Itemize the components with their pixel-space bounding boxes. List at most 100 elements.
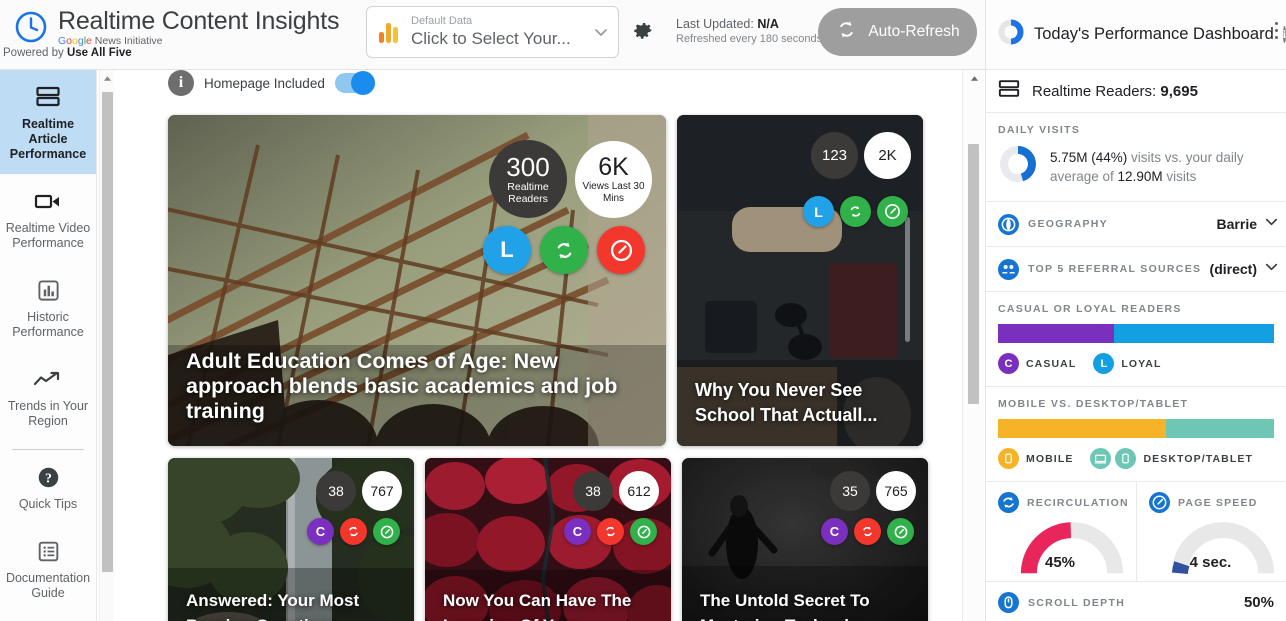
card-metric-bubbles: 38 612: [573, 471, 659, 511]
referral-sources-selector[interactable]: TOP 5 REFERRAL SOURCES (direct): [986, 247, 1286, 292]
scrollbar-thumb[interactable]: [102, 92, 113, 572]
sidebar-item-realtime-video[interactable]: Realtime Video Performance: [0, 174, 96, 263]
article-card[interactable]: 35 765 C The Untold Secret To Mastering …: [682, 458, 928, 621]
scrollbar-thumb[interactable]: [968, 144, 979, 404]
mobile-label: MOBILE: [1026, 452, 1074, 465]
gauges-row: RECIRCULATION 45% PAGE SPEED 4 sec.: [986, 482, 1286, 582]
powered-by: Powered by Use All Five: [3, 47, 132, 59]
scroll-depth-value: 50%: [1243, 594, 1274, 611]
layout-rows-icon: [4, 84, 92, 110]
chevron-down-icon[interactable]: [592, 23, 610, 41]
referral-sources-label: TOP 5 REFERRAL SOURCES: [1028, 263, 1202, 275]
loyal-chip[interactable]: L: [483, 226, 531, 274]
recirculation-value: 45%: [1044, 554, 1076, 571]
chevron-down-icon[interactable]: [1263, 258, 1280, 280]
auto-refresh-button[interactable]: Auto-Refresh: [818, 8, 977, 56]
homepage-included-row: i Homepage Included: [168, 70, 375, 96]
question-mark-icon: ?: [4, 464, 92, 490]
data-source-selector[interactable]: Default Data Click to Select Your...: [366, 6, 619, 58]
recirculation-chip[interactable]: [540, 226, 588, 274]
speed-icon: [1149, 492, 1170, 513]
loyal-bar-segment: [1113, 324, 1274, 343]
bar-chart-box-icon: [4, 277, 92, 303]
daily-visits-primary: 5.75M (44%): [1050, 149, 1128, 165]
scroll-up-arrow-icon[interactable]: [100, 70, 115, 87]
realtime-readers-row: Realtime Readers: 9,695: [986, 70, 1286, 113]
sidebar-item-realtime-article[interactable]: Realtime Article Performance: [0, 70, 96, 174]
bar-chart-icon: [379, 20, 401, 44]
recirculation-chip[interactable]: [340, 518, 367, 545]
sidebar-item-label: Quick Tips: [18, 497, 78, 511]
article-card[interactable]: 38 767 C Answered: Your Most Burning Que…: [168, 458, 414, 621]
toggle-knob: [350, 71, 375, 95]
page-speed-chip[interactable]: [877, 196, 908, 227]
casual-chip[interactable]: C: [821, 518, 848, 545]
page-speed-chip[interactable]: [630, 518, 657, 545]
page-title: Realtime Content Insights: [58, 7, 340, 35]
page-speed-label: PAGE SPEED: [1178, 496, 1258, 509]
article-card[interactable]: 38 612 C Now You Can Have The Learning O…: [425, 458, 671, 621]
realtime-readers-bubble: 300 Realtime Readers: [489, 140, 567, 218]
casual-loyal-bar: [998, 324, 1274, 343]
daily-visits-average: 12.90M: [1117, 168, 1163, 184]
recirculation-chip[interactable]: [854, 518, 881, 545]
casual-loyal-legend: C CASUAL L LOYAL: [998, 353, 1274, 374]
casual-chip[interactable]: C: [307, 518, 334, 545]
article-card[interactable]: 123 2K L Why You Never See School That A…: [677, 115, 923, 446]
page-speed-chip[interactable]: [887, 518, 914, 545]
page-speed-value: 4 sec.: [1189, 554, 1232, 571]
scroll-depth-label: SCROLL DEPTH: [1028, 596, 1126, 609]
page-speed-chip[interactable]: [373, 518, 400, 545]
kebab-menu-icon[interactable]: [1272, 22, 1286, 43]
casual-loyal-block: CASUAL OR LOYAL READERS C CASUAL L LOYAL: [986, 292, 1286, 387]
info-icon[interactable]: i: [168, 70, 194, 96]
page-speed-gauge-cell: PAGE SPEED 4 sec.: [1136, 482, 1286, 581]
tablet-icon: [1115, 448, 1137, 469]
chevron-down-icon[interactable]: [1263, 213, 1280, 235]
card-row-2: 38 767 C Answered: Your Most Burning Que…: [168, 458, 928, 621]
card-metric-bubbles: 300 Realtime Readers 6K Views Last 30 Mi…: [489, 140, 652, 218]
recirculation-chip[interactable]: [597, 518, 624, 545]
sidebar-item-quick-tips[interactable]: ? Quick Tips: [0, 450, 96, 524]
recirculation-gauge: 45%: [998, 517, 1136, 574]
brand-subtitle-rest: News Initiative: [91, 35, 163, 47]
loyal-dot-icon: L: [1093, 353, 1115, 374]
gear-icon[interactable]: [633, 21, 654, 42]
mobile-bar-segment: [998, 419, 1167, 438]
geography-label: GEOGRAPHY: [1028, 218, 1108, 230]
card-metric-bubbles: 123 2K: [811, 132, 911, 179]
globe-icon: [998, 213, 1019, 235]
device-split-block: MOBILE VS. DESKTOP/TABLET MOBILE DESKTOP…: [986, 387, 1286, 482]
selector-value: Click to Select Your...: [411, 29, 571, 48]
sidebar-item-documentation[interactable]: Documentation Guide: [0, 524, 96, 613]
mobile-icon: [998, 448, 1019, 469]
recirculation-chip[interactable]: [840, 196, 871, 227]
sidebar-item-historic[interactable]: Historic Performance: [0, 263, 96, 352]
sidebar-scrollbar[interactable]: [99, 70, 114, 621]
card-title: The Untold Secret To Mastering Technolog…: [700, 591, 884, 621]
main-scrollbar[interactable]: [962, 70, 984, 621]
device-split-bar: [998, 419, 1274, 438]
realtime-readers-value: 9,695: [1160, 82, 1198, 100]
donut-icon: [998, 19, 1024, 50]
auto-refresh-label: Auto-Refresh: [868, 23, 960, 40]
scroll-up-arrow-icon[interactable]: [963, 70, 985, 87]
homepage-included-toggle[interactable]: [334, 71, 375, 95]
page-speed-chip[interactable]: [597, 226, 645, 274]
card-status-chips: C: [821, 518, 914, 545]
casual-dot-icon: C: [998, 353, 1019, 374]
daily-visits-caption: DAILY VISITS: [998, 124, 1081, 136]
recirculation-icon: [998, 492, 1019, 513]
sidebar-item-label: Documentation Guide: [5, 571, 91, 600]
refresh-icon: [835, 18, 858, 46]
card-status-chips: C: [307, 518, 400, 545]
last-updated-block: Last Updated: N/A Refreshed every 180 se…: [676, 16, 822, 47]
geography-selector[interactable]: GEOGRAPHY Barrie: [986, 202, 1286, 247]
card-title: Now You Can Have The Learning Of Your...: [443, 591, 632, 621]
article-card[interactable]: 300 Realtime Readers 6K Views Last 30 Mi…: [168, 115, 666, 446]
card-title: Answered: Your Most Burning Questions...: [186, 591, 360, 621]
casual-chip[interactable]: C: [564, 518, 591, 545]
loyal-chip[interactable]: L: [803, 196, 834, 227]
sidebar-item-trends[interactable]: Trends in Your Region: [0, 352, 96, 441]
geography-value: Barrie: [1216, 216, 1257, 232]
